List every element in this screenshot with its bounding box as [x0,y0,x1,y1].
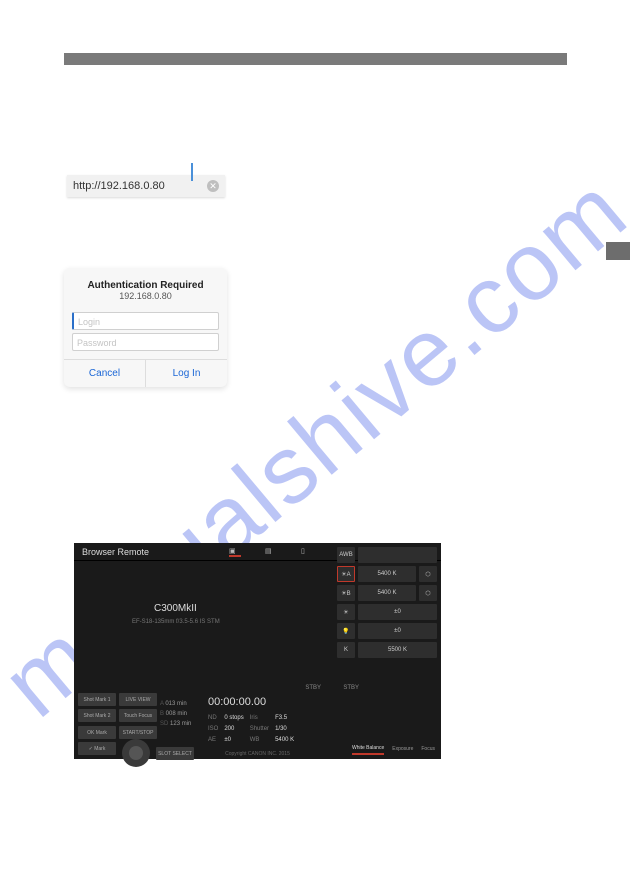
text-cursor [191,163,193,181]
wb-kelvin-button[interactable]: K [337,642,355,658]
left-button-grid: Shot Mark 1 LIVE VIEW Shot Mark 2 Touch … [78,693,157,722]
live-view-button[interactable]: LIVE VIEW [119,693,157,706]
shot-mark-1-button[interactable]: Shot Mark 1 [78,693,116,706]
copyright: Copyright CANON INC. 2015 [74,751,441,757]
iris-label: Iris [250,713,269,723]
wb-preset-a-button[interactable]: ☀A [337,566,355,582]
timecode: 00:00:00.00 [208,697,266,707]
auth-title: Authentication Required [64,268,227,291]
login-button[interactable]: Log In [146,360,227,387]
wb-set-a-button[interactable]: ⬡ [419,566,437,582]
iso-value: 200 [224,724,243,734]
wb-kelvin-value: 5500 K [358,642,437,658]
page-side-tab [606,242,630,260]
login-field[interactable]: Login [72,312,219,330]
tab-meta-icon[interactable]: ▤ [265,547,277,557]
status-stby-2: STBY [343,685,359,691]
ok-mark-button[interactable]: OK Mark [78,726,116,739]
lens-name: EF-S18-135mm f/3.5-5.6 IS STM [132,619,220,625]
clear-icon[interactable]: ✕ [207,180,219,192]
start-stop-button[interactable]: START/STOP [119,726,157,739]
awb-value [358,547,437,563]
url-text: http://192.168.0.80 [73,180,165,192]
tab-camera-icon[interactable]: ▣ [229,547,241,557]
wb-tungsten-value: ±0 [358,623,437,639]
wb-preset-b-value: 5400 K [358,585,416,601]
iris-value: F3.5 [275,713,294,723]
iso-label: ISO [208,724,218,734]
touch-focus-button[interactable]: Touch Focus [119,709,157,722]
wb-column: AWB ☀A 5400 K ⬡ ☀B 5400 K ⬡ ☀ ±0 💡 ±0 [337,547,437,658]
shutter-label: Shutter [250,724,269,734]
status-stby: STBY [305,685,321,691]
shot-mark-2-button[interactable]: Shot Mark 2 [78,709,116,722]
media-sd: SD 123 min [160,719,191,729]
camera-model: C300MkII [154,603,197,614]
browser-remote-ui: Browser Remote ▣ ▤ ▯ ⧉ 🔒 C300MkII EF-S18… [74,543,441,759]
password-field[interactable]: Password [72,333,219,351]
tab-mobile-icon[interactable]: ▯ [301,547,313,557]
wb-preset-a-value: 5400 K [358,566,416,582]
wb-tungsten-button[interactable]: 💡 [337,623,355,639]
cancel-button[interactable]: Cancel [64,360,146,387]
nd-value: 0 stops [224,713,243,723]
shutter-value: 1/30 [275,724,294,734]
awb-button[interactable]: AWB [337,547,355,563]
media-a: A 013 min [160,699,191,709]
media-b: B 008 min [160,709,191,719]
top-divider [64,53,567,65]
wb-daylight-button[interactable]: ☀ [337,604,355,620]
nd-label: ND [208,713,218,723]
wb-preset-b-button[interactable]: ☀B [337,585,355,601]
remote-title: Browser Remote [82,547,149,557]
auth-dialog: Authentication Required 192.168.0.80 Log… [64,268,227,387]
auth-host: 192.168.0.80 [64,291,227,309]
url-bar[interactable]: http://192.168.0.80 ✕ [67,175,225,197]
wb-daylight-value: ±0 [358,604,437,620]
wb-set-b-button[interactable]: ⬡ [419,585,437,601]
